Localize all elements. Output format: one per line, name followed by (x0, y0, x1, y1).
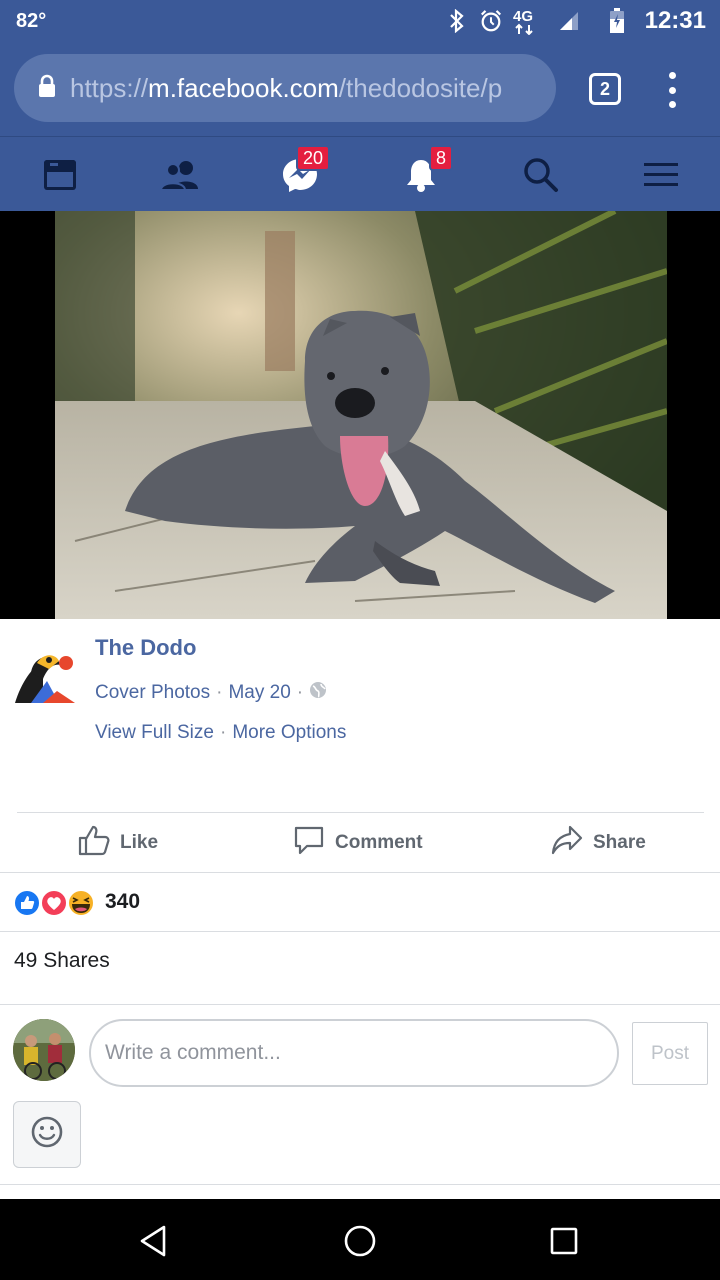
clock: 12:31 (644, 7, 706, 34)
url-text: https://m.facebook.com/thedodosite/p (70, 72, 503, 103)
friends-icon[interactable] (150, 151, 210, 199)
reaction-count: 340 (105, 890, 141, 913)
love-reaction-icon (40, 889, 68, 917)
comment-composer: Write a comment... Post (0, 1005, 720, 1185)
shares-row[interactable]: 49 Shares (0, 933, 720, 1005)
post-date[interactable]: May 20 (228, 682, 290, 704)
smiley-icon (30, 1115, 64, 1154)
news-feed-icon[interactable] (30, 151, 90, 199)
alarm-icon (479, 9, 503, 33)
shares-count: 49 Shares (14, 949, 110, 972)
bluetooth-icon (445, 9, 469, 33)
hamburger-icon[interactable] (631, 151, 691, 199)
bell-icon[interactable]: 8 (391, 145, 454, 199)
reactions-summary[interactable]: 340 (0, 874, 720, 932)
thumbs-up-icon (78, 824, 110, 862)
messenger-icon[interactable]: 20 (270, 145, 331, 199)
post-actions: Like Comment Share (0, 813, 720, 873)
comment-icon (293, 824, 325, 862)
home-icon[interactable] (340, 1221, 380, 1261)
browser-menu-icon[interactable] (664, 72, 680, 108)
android-navigation-bar (0, 1199, 720, 1280)
notifications-badge: 8 (429, 145, 454, 171)
avatar (13, 1019, 75, 1081)
post-info: The Dodo Cover Photos · May 20 · View Fu… (0, 619, 720, 813)
share-button[interactable]: Share (551, 825, 646, 861)
page-name[interactable]: The Dodo (95, 635, 196, 661)
album-link[interactable]: Cover Photos (95, 682, 210, 704)
photo-links: View Full Size · More Options (95, 722, 347, 744)
battery-icon (605, 8, 629, 33)
status-bar: 82° 4G 12:31 (0, 0, 720, 42)
post-comment-button[interactable]: Post (632, 1022, 708, 1085)
like-reaction-icon (13, 889, 41, 917)
svg-text:4G: 4G (513, 8, 533, 25)
globe-icon (309, 681, 327, 705)
facebook-nav-bar: 20 8 (0, 136, 720, 211)
lock-icon (38, 74, 56, 103)
tab-switcher-button[interactable]: 2 (589, 73, 621, 105)
share-icon (551, 824, 583, 862)
photo-viewer (0, 211, 720, 619)
view-full-size-link[interactable]: View Full Size (95, 722, 214, 744)
reaction-icons (13, 888, 103, 918)
messenger-badge: 20 (296, 145, 331, 171)
emoji-button[interactable] (13, 1101, 81, 1168)
like-button[interactable]: Like (78, 825, 158, 861)
browser-toolbar: https://m.facebook.com/thedodosite/p 2 (0, 42, 720, 136)
recents-icon[interactable] (544, 1221, 584, 1261)
post-meta: Cover Photos · May 20 · (95, 681, 327, 705)
more-options-link[interactable]: More Options (232, 722, 346, 744)
back-icon[interactable] (133, 1221, 173, 1261)
the-dodo-logo[interactable] (13, 643, 75, 705)
url-field[interactable]: https://m.facebook.com/thedodosite/p (14, 54, 556, 122)
search-icon[interactable] (511, 151, 571, 199)
temperature: 82° (16, 10, 47, 32)
comment-button[interactable]: Comment (293, 825, 423, 861)
cover-photo[interactable] (55, 211, 667, 619)
4g-lte-icon: 4G (513, 8, 547, 35)
signal-icon (557, 9, 581, 33)
haha-reaction-icon (67, 889, 95, 917)
comment-input[interactable]: Write a comment... (89, 1019, 619, 1087)
